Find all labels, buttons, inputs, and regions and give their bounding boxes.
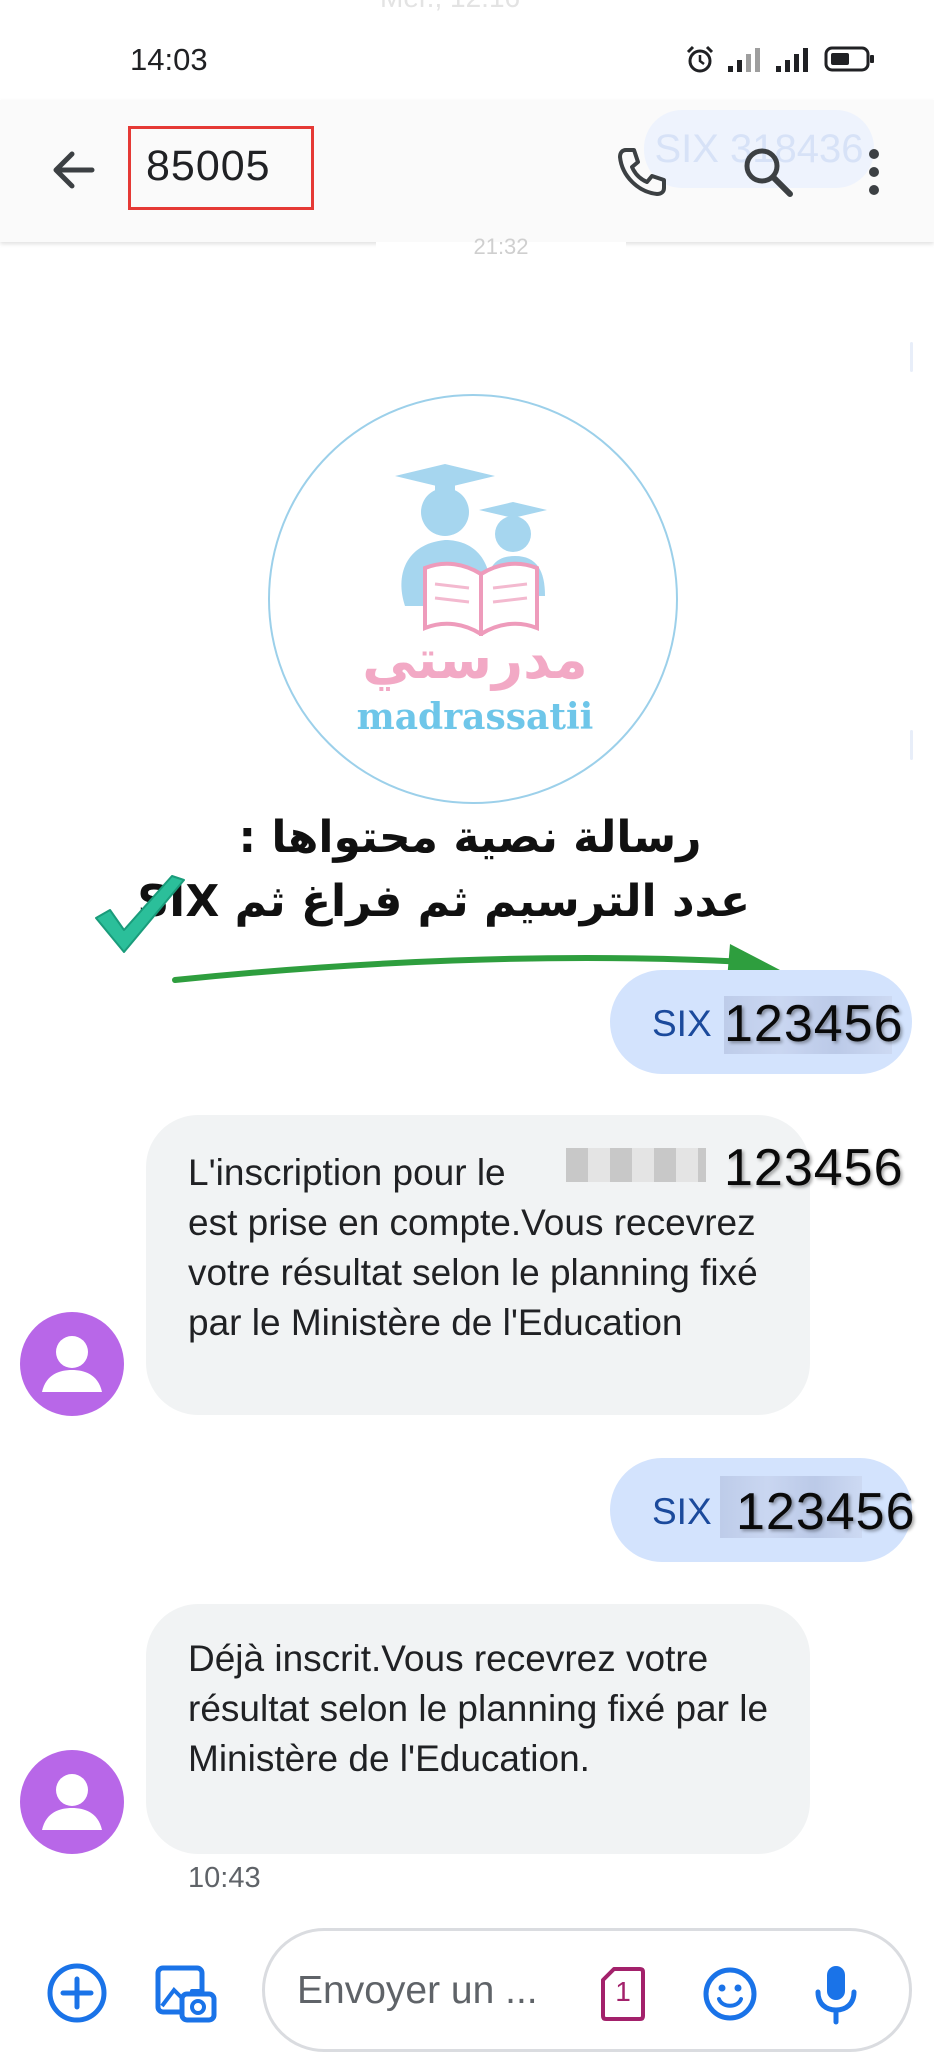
person-icon (42, 1774, 102, 1830)
emoji-icon[interactable] (702, 1966, 758, 2022)
search-icon[interactable] (738, 142, 798, 202)
scroll-edge-mark (910, 342, 913, 372)
message-timestamp: 10:43 (188, 1862, 261, 1894)
message-text: est prise en compte.Vous recevrez votre … (188, 1202, 758, 1343)
message-prefix: SIX (652, 1003, 712, 1044)
signal-weak-icon (728, 48, 760, 72)
avatar[interactable] (20, 1312, 124, 1416)
sim-number: 1 (615, 1976, 631, 2007)
registration-number: 123456 (736, 1483, 916, 1541)
blurred-number (566, 1148, 706, 1182)
alarm-icon (686, 45, 714, 73)
status-time: 14:03 (130, 42, 208, 77)
add-attachment-button[interactable] (44, 1960, 110, 2026)
logo-arabic-name: مدرستي (362, 628, 588, 691)
message-input[interactable] (297, 1961, 597, 2021)
more-vert-icon[interactable] (854, 142, 894, 202)
scroll-edge-mark (910, 730, 913, 760)
phone-icon[interactable] (612, 142, 672, 202)
ghost-header-text: Mer., 12:16 (380, 0, 520, 14)
sim-selector-button[interactable]: 1 (600, 1966, 646, 2022)
message-text: Déjà inscrit.Vous recevrez votre résulta… (188, 1638, 769, 1779)
conversation-title[interactable]: 85005 (146, 142, 271, 191)
annotation-line-1: رسالة نصية محتواها : (238, 812, 702, 863)
registration-number: 123456 (724, 995, 904, 1053)
registration-number: 123456 (724, 1139, 904, 1197)
logo-latin-name: madrassatii (356, 696, 594, 738)
incoming-message-bubble[interactable]: Déjà inscrit.Vous recevrez votre résulta… (146, 1604, 810, 1854)
annotation-line-2: عدد الترسيم ثم فراغ ثم SIX (137, 876, 750, 927)
gallery-icon[interactable] (152, 1960, 218, 2026)
battery-icon (824, 46, 874, 72)
ghost-date: 21:32 (376, 236, 626, 262)
incoming-message-bubble[interactable]: L'inscription pour le est prise en compt… (146, 1115, 810, 1415)
microphone-icon[interactable] (808, 1962, 864, 2028)
logo-graphic (395, 464, 547, 636)
message-prefix: SIX (652, 1491, 712, 1532)
signal-strong-icon (776, 48, 808, 72)
person-icon (42, 1336, 102, 1392)
back-button[interactable] (44, 140, 104, 200)
madrassatii-logo: مدرستي madrassatii (268, 394, 678, 804)
avatar[interactable] (20, 1750, 124, 1854)
